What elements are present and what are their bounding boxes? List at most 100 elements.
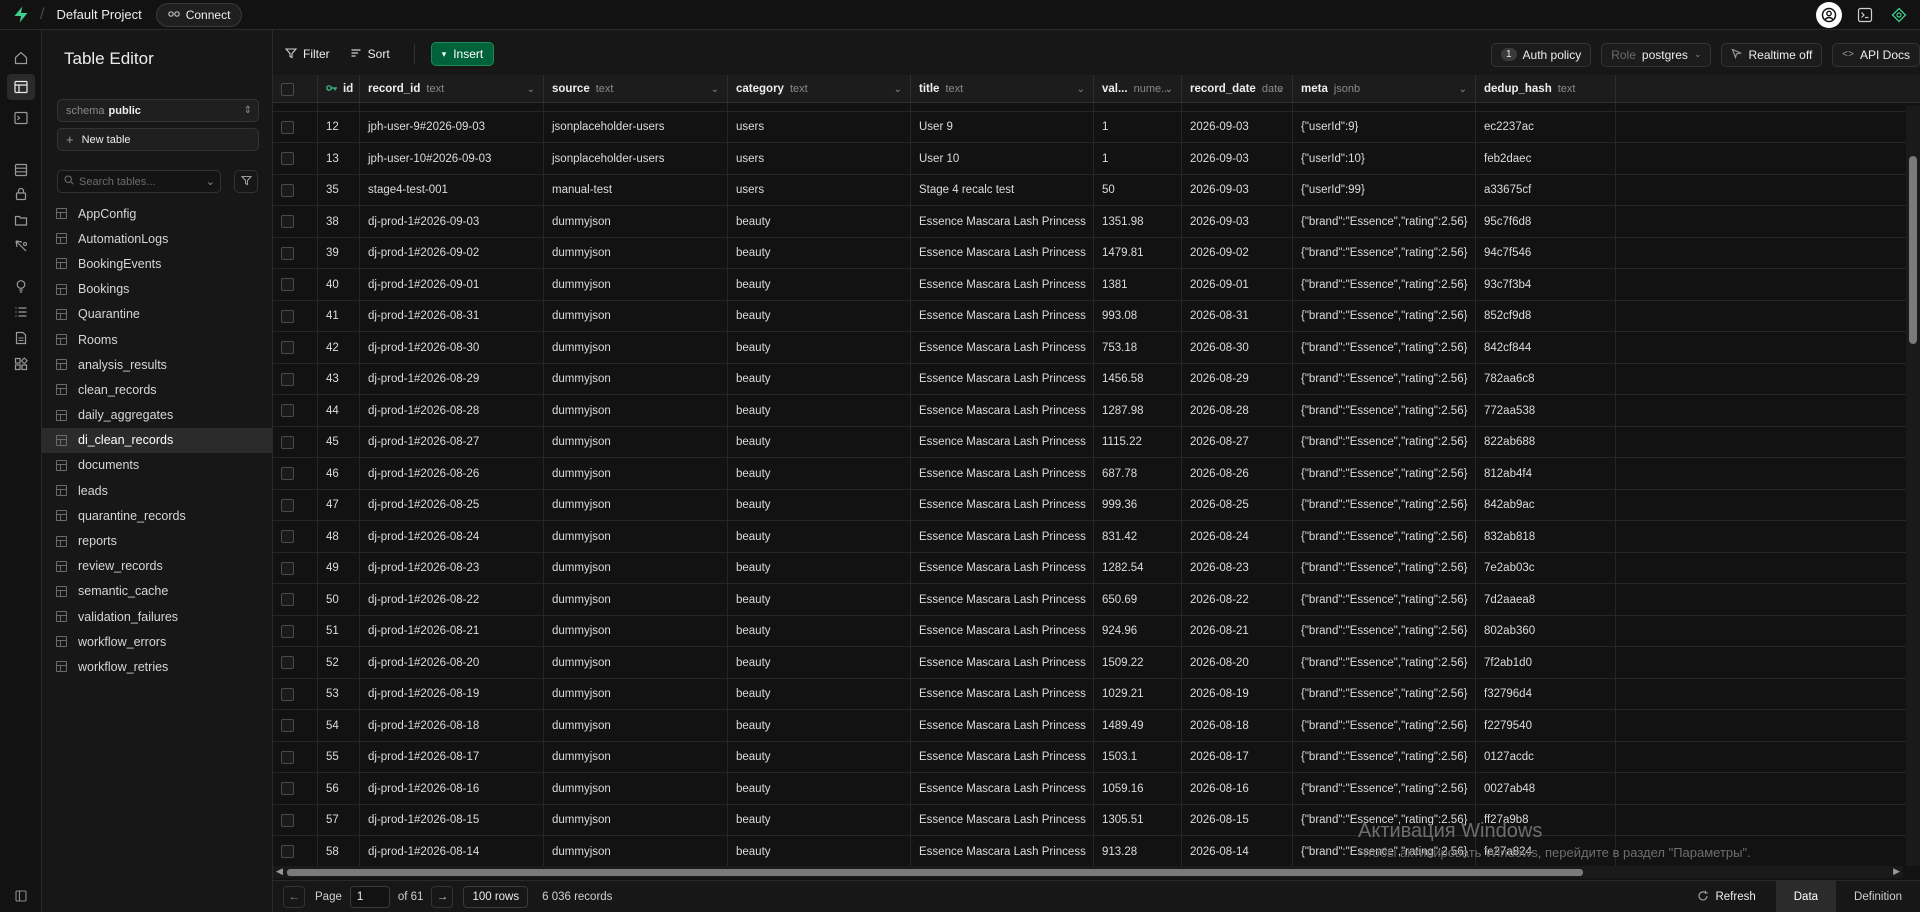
table-cell[interactable]: 993.08 [1094, 300, 1182, 332]
table-cell[interactable]: 1115.22 [1094, 426, 1182, 458]
table-cell[interactable]: 58 [318, 836, 360, 866]
row-checkbox[interactable] [281, 750, 294, 764]
table-cell[interactable]: beauty [728, 332, 911, 364]
table-cell[interactable]: f32796d4 [1476, 678, 1616, 710]
table-cell[interactable]: {"brand":"Essence","rating":2.56} [1293, 332, 1476, 364]
table-cell[interactable]: dummyjson [544, 521, 728, 553]
table-row[interactable]: 54 dj-prod-1#2026-08-18 dummyjson beauty Ess… [273, 710, 1920, 742]
table-cell[interactable]: dummyjson [544, 647, 728, 679]
table-cell[interactable]: users [728, 111, 911, 143]
table-cell[interactable]: 1 [1094, 111, 1182, 143]
column-header-id[interactable]: idint8⌄ [318, 75, 360, 103]
table-cell[interactable]: 2026-08-17 [1182, 741, 1293, 773]
column-header-record_id[interactable]: record_id text ⌄ [360, 75, 544, 103]
table-cell[interactable]: {"brand":"Essence","rating":2.56} [1293, 363, 1476, 395]
table-cell[interactable]: Essence Mascara Lash Princess [911, 710, 1094, 742]
table-cell[interactable]: 1059.16 [1094, 773, 1182, 805]
table-cell[interactable]: Essence Mascara Lash Princess [911, 237, 1094, 269]
table-cell[interactable]: dj-prod-1#2026-08-21 [360, 615, 544, 647]
table-cell[interactable]: {"brand":"Essence","rating":2.56} [1293, 395, 1476, 427]
row-checkbox[interactable] [281, 624, 294, 638]
select-all-checkbox[interactable] [281, 82, 294, 96]
column-menu-chevron-icon[interactable]: ⌄ [527, 84, 535, 95]
table-cell[interactable]: 822ab688 [1476, 426, 1616, 458]
row-checkbox[interactable] [281, 845, 294, 859]
row-checkbox[interactable] [281, 404, 294, 418]
table-row[interactable]: 48 dj-prod-1#2026-08-24 dummyjson beauty Ess… [273, 521, 1920, 553]
table-cell[interactable]: 2026-09-03 [1182, 174, 1293, 206]
table-cell[interactable]: users [728, 174, 911, 206]
row-checkbox[interactable] [281, 782, 294, 796]
table-cell[interactable]: 40 [318, 269, 360, 301]
table-cell[interactable]: manual-test [544, 174, 728, 206]
table-row[interactable]: 43 dj-prod-1#2026-08-29 dummyjson beauty Ess… [273, 363, 1920, 395]
table-cell[interactable]: dummyjson [544, 710, 728, 742]
table-row[interactable]: 13 jph-user-10#2026-09-03 jsonplaceholder-… [273, 143, 1920, 175]
table-cell[interactable]: dj-prod-1#2026-08-24 [360, 521, 544, 553]
table-cell[interactable]: dummyjson [544, 489, 728, 521]
table-cell[interactable]: 35 [318, 174, 360, 206]
table-cell[interactable]: 2026-09-03 [1182, 111, 1293, 143]
table-cell[interactable]: dummyjson [544, 395, 728, 427]
table-row[interactable]: 45 dj-prod-1#2026-08-27 dummyjson beauty Ess… [273, 426, 1920, 458]
table-cell[interactable]: 43 [318, 363, 360, 395]
table-cell[interactable]: 2026-08-14 [1182, 836, 1293, 866]
table-cell[interactable]: dj-prod-1#2026-08-31 [360, 300, 544, 332]
table-cell[interactable]: 55 [318, 741, 360, 773]
row-checkbox[interactable] [281, 278, 294, 292]
table-cell[interactable]: 924.96 [1094, 615, 1182, 647]
table-cell[interactable]: beauty [728, 804, 911, 836]
table-cell[interactable]: {"brand":"Essence","rating":2.56} [1293, 269, 1476, 301]
table-cell[interactable]: dj-prod-1#2026-08-28 [360, 395, 544, 427]
table-cell[interactable]: dummyjson [544, 836, 728, 866]
table-cell[interactable]: 782aa6c8 [1476, 363, 1616, 395]
row-checkbox[interactable] [281, 498, 294, 512]
table-cell[interactable]: Essence Mascara Lash Princess [911, 647, 1094, 679]
table-cell[interactable]: beauty [728, 773, 911, 805]
sidebar-table-item[interactable]: workflow_errors [42, 629, 273, 654]
column-menu-chevron-icon[interactable]: ⌄ [894, 84, 902, 95]
table-cell[interactable]: 0127acdc [1476, 741, 1616, 773]
table-cell[interactable]: 2026-08-24 [1182, 521, 1293, 553]
table-cell[interactable]: beauty [728, 647, 911, 679]
horizontal-scroll-thumb[interactable] [287, 869, 1583, 876]
column-header-record_date[interactable]: record_date date ⌄ [1182, 75, 1293, 103]
table-cell[interactable]: 2026-09-02 [1182, 237, 1293, 269]
table-cell[interactable]: dummyjson [544, 332, 728, 364]
table-row[interactable]: 38 dj-prod-1#2026-09-03 dummyjson beauty Ess… [273, 206, 1920, 238]
vertical-scrollbar[interactable] [1906, 106, 1920, 866]
table-cell[interactable]: Essence Mascara Lash Princess [911, 269, 1094, 301]
table-cell[interactable]: 39 [318, 237, 360, 269]
table-cell[interactable]: {"brand":"Essence","rating":2.56} [1293, 458, 1476, 490]
sidebar-table-item[interactable]: clean_records [42, 377, 273, 402]
new-table-button[interactable]: + New table [57, 128, 259, 151]
table-row[interactable]: 39 dj-prod-1#2026-09-02 dummyjson beauty Ess… [273, 237, 1920, 269]
table-cell[interactable]: dj-prod-1#2026-08-22 [360, 584, 544, 616]
column-menu-chevron-icon[interactable]: ⌄ [1459, 84, 1467, 95]
table-cell[interactable]: beauty [728, 458, 911, 490]
table-row[interactable]: 40 dj-prod-1#2026-09-01 dummyjson beauty Ess… [273, 269, 1920, 301]
sidebar-table-item[interactable]: daily_aggregates [42, 403, 273, 428]
table-cell[interactable]: 13 [318, 143, 360, 175]
table-cell[interactable]: 831.42 [1094, 521, 1182, 553]
project-name[interactable]: Default Project [56, 7, 141, 22]
realtime-toggle-button[interactable]: Realtime off [1721, 42, 1823, 67]
table-cell[interactable]: 2026-08-20 [1182, 647, 1293, 679]
row-checkbox[interactable] [281, 152, 294, 166]
table-cell[interactable]: jsonplaceholder-users [544, 111, 728, 143]
table-cell[interactable]: Essence Mascara Lash Princess [911, 615, 1094, 647]
table-cell[interactable]: Essence Mascara Lash Princess [911, 426, 1094, 458]
search-tables-input[interactable]: Search tables... ⌄ [57, 170, 221, 193]
sidebar-table-item[interactable]: Rooms [42, 327, 273, 352]
table-cell[interactable]: Essence Mascara Lash Princess [911, 395, 1094, 427]
sidebar-table-item[interactable]: Bookings [42, 277, 273, 302]
table-cell[interactable]: dj-prod-1#2026-08-19 [360, 678, 544, 710]
table-cell[interactable]: 842ab9ac [1476, 489, 1616, 521]
table-cell[interactable]: 44 [318, 395, 360, 427]
table-cell[interactable]: Essence Mascara Lash Princess [911, 741, 1094, 773]
table-cell[interactable]: {"userId":99} [1293, 174, 1476, 206]
table-cell[interactable]: dummyjson [544, 773, 728, 805]
table-cell[interactable]: 2026-08-30 [1182, 332, 1293, 364]
terminal-icon[interactable] [1854, 4, 1876, 26]
table-cell[interactable]: 48 [318, 521, 360, 553]
